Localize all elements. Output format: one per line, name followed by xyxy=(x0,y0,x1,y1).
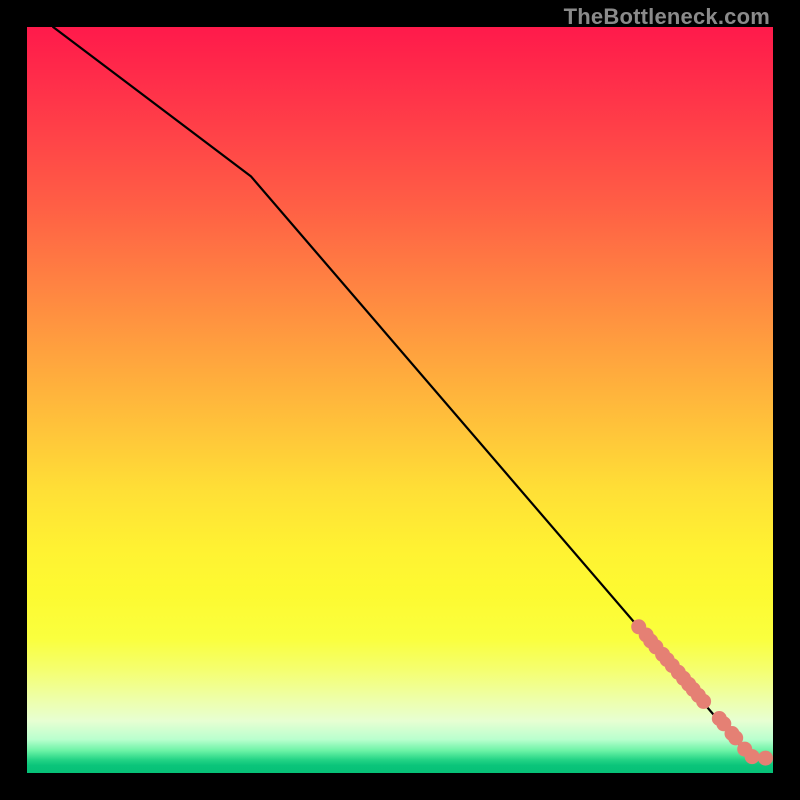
marker-point xyxy=(758,751,773,766)
marker-point xyxy=(696,694,711,709)
chart-overlay xyxy=(27,27,773,773)
plot-area xyxy=(27,27,773,773)
scatter-markers xyxy=(631,619,773,765)
marker-point xyxy=(745,749,760,764)
chart-frame: TheBottleneck.com xyxy=(0,0,800,800)
